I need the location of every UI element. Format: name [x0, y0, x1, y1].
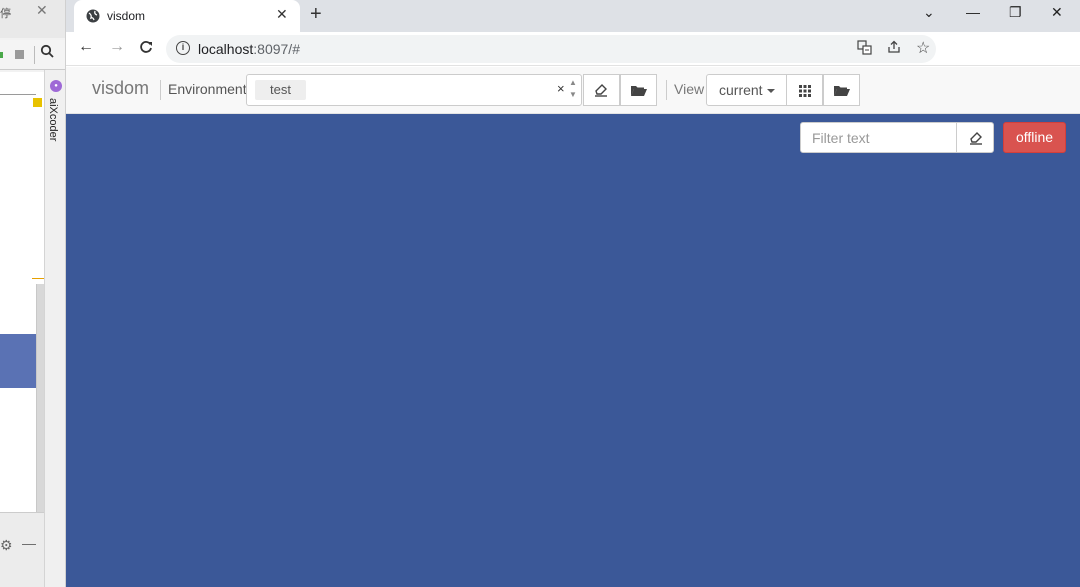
visdom-toolbar: visdom Environment test × ▲ ▼ View curren…	[66, 67, 1080, 114]
spinner-arrows-icon[interactable]: ▲ ▼	[569, 77, 577, 101]
ide-bottom-panel: ⚙ —	[0, 512, 44, 587]
url-field[interactable]: i localhost:8097/# ☆	[166, 35, 936, 63]
filter-input[interactable]	[800, 122, 957, 153]
back-icon[interactable]: ←	[78, 38, 94, 56]
eraser-icon	[970, 132, 982, 145]
repack-layout-button[interactable]	[786, 74, 823, 106]
editor-selection	[0, 334, 36, 388]
view-selected: current	[719, 82, 763, 98]
clear-environment-icon[interactable]: ×	[557, 81, 565, 96]
close-icon[interactable]: ✕	[276, 6, 288, 23]
ide-side-tool-strip: ● aiXcoder	[44, 70, 65, 587]
close-icon[interactable]: ✕	[36, 2, 48, 19]
aixcoder-tool-tab[interactable]: aiXcoder	[47, 98, 59, 141]
tab-title: visdom	[107, 9, 146, 23]
run-indicator-icon	[0, 52, 3, 58]
toolbar-divider	[666, 80, 667, 100]
toolbar-divider	[34, 46, 35, 64]
minimize-icon[interactable]: —	[22, 535, 36, 551]
brand-logo[interactable]: visdom	[92, 78, 149, 99]
caret-down-icon	[766, 89, 775, 93]
share-icon[interactable]	[887, 40, 901, 57]
manage-environments-button[interactable]	[620, 74, 657, 106]
view-select[interactable]: current	[706, 74, 787, 106]
address-bar: ← → i localhost:8097/# ☆ 更新 ⋮	[66, 32, 1080, 94]
stop-icon[interactable]	[15, 50, 24, 59]
ide-editor	[0, 72, 44, 514]
plus-icon[interactable]: +	[310, 3, 322, 26]
chevron-down-icon[interactable]: ⌄	[923, 4, 935, 21]
editor-divider	[0, 94, 36, 95]
environment-label: Environment	[168, 81, 247, 97]
manage-views-button[interactable]	[823, 74, 860, 106]
close-window-icon[interactable]: ✕	[1051, 4, 1063, 21]
view-label: View	[674, 81, 705, 97]
environment-select[interactable]: test × ▲ ▼	[246, 74, 582, 106]
info-icon[interactable]: i	[176, 41, 190, 55]
eraser-icon	[595, 84, 607, 97]
visdom-workspace: offline	[66, 114, 1080, 587]
environment-chip[interactable]: test	[255, 80, 306, 100]
search-icon[interactable]	[40, 44, 54, 61]
url-text: localhost:8097/#	[198, 41, 300, 57]
tab-bar: visdom ✕ + ⌄ — ❐ ✕	[66, 0, 1080, 32]
toolbar-divider	[160, 80, 161, 100]
star-icon[interactable]: ☆	[916, 38, 930, 58]
ide-panel: 停 ✕ ● aiXcoder ⚙ —	[0, 0, 66, 587]
ide-tab-strip: 停 ✕	[0, 0, 65, 38]
ide-tab-fragment: 停	[0, 8, 11, 20]
forward-icon[interactable]: →	[109, 38, 125, 56]
folder-open-icon	[834, 86, 850, 96]
editor-scrollbar[interactable]	[36, 284, 44, 514]
aixcoder-icon[interactable]: ●	[50, 80, 62, 92]
clear-environment-button[interactable]	[583, 74, 620, 106]
grid-icon	[799, 85, 811, 97]
translate-icon[interactable]	[857, 40, 872, 58]
minimize-window-icon[interactable]: —	[966, 4, 980, 20]
restore-window-icon[interactable]: ❐	[1009, 4, 1022, 21]
folder-open-icon	[631, 86, 647, 96]
warning-marker-icon	[33, 98, 42, 107]
gear-icon[interactable]: ⚙	[0, 537, 13, 554]
ide-toolbar	[0, 40, 65, 70]
reload-icon[interactable]	[139, 38, 153, 59]
globe-icon	[86, 9, 100, 23]
editor-marker	[32, 278, 44, 279]
clear-filter-button[interactable]	[956, 122, 994, 153]
browser-window: visdom ✕ + ⌄ — ❐ ✕ ← → i localhost:8097/…	[66, 0, 1080, 587]
tab-visdom[interactable]: visdom ✕	[74, 0, 300, 32]
connection-status-button[interactable]: offline	[1003, 122, 1066, 153]
